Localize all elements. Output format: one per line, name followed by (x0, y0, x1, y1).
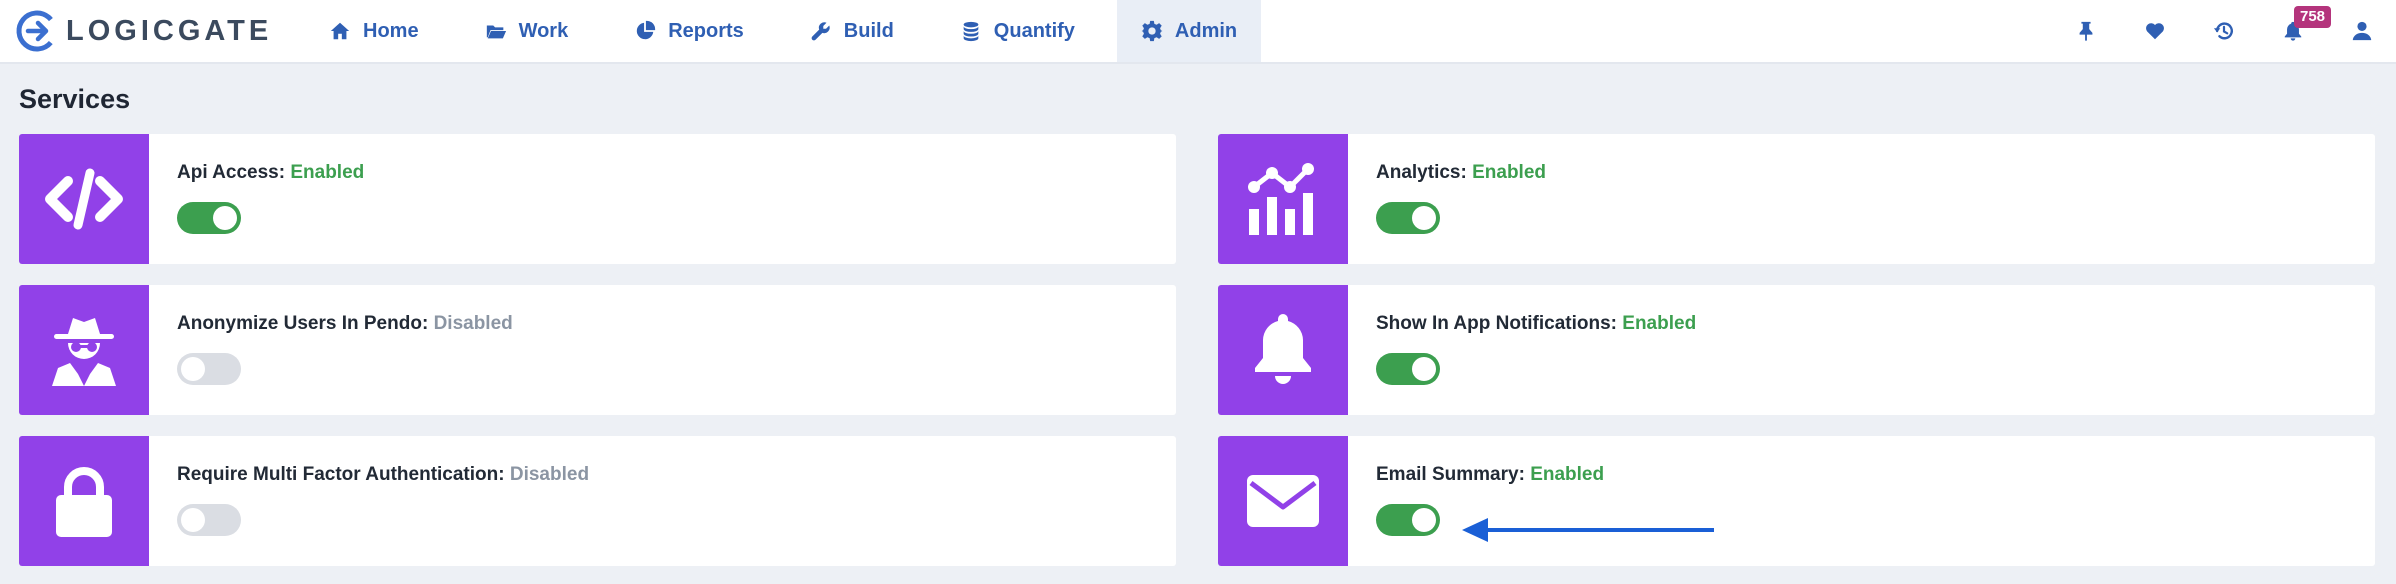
service-label: Api Access: Enabled (177, 162, 364, 184)
toggle-knob (213, 206, 237, 230)
service-tile (1218, 436, 1348, 566)
wrench-icon (811, 22, 830, 41)
envelope-icon (1247, 475, 1319, 527)
service-status: Enabled (1472, 162, 1546, 183)
service-tile (1218, 285, 1348, 415)
heart-icon (2145, 23, 2164, 40)
service-tile (19, 134, 149, 264)
service-label: Show In App Notifications: Enabled (1376, 313, 1696, 335)
coins-icon (963, 21, 979, 42)
in-app-notifications-toggle[interactable] (1376, 353, 1440, 385)
folder-open-icon (486, 25, 506, 39)
logicgate-logo-icon (16, 10, 58, 52)
service-tile (1218, 134, 1348, 264)
service-card-analytics: Analytics: Enabled (1218, 134, 2375, 264)
home-icon (330, 22, 350, 40)
toggle-knob (181, 508, 205, 532)
code-icon (45, 168, 123, 230)
nav-reports[interactable]: Reports (610, 0, 768, 62)
toggle-knob (1412, 206, 1436, 230)
service-tile (19, 436, 149, 566)
notification-count-badge: 758 (2294, 6, 2332, 28)
user-menu-button[interactable] (2327, 0, 2396, 62)
nav-quantify-label: Quantify (993, 19, 1075, 42)
nav-quantify[interactable]: Quantify (936, 0, 1099, 62)
nav-home-label: Home (363, 19, 419, 42)
mfa-toggle[interactable] (177, 504, 241, 536)
service-name: Email Summary: (1376, 464, 1525, 485)
nav-reports-label: Reports (668, 19, 744, 42)
toggle-knob (181, 357, 205, 381)
service-label: Anonymize Users In Pendo: Disabled (177, 313, 513, 335)
page-title: Services (19, 84, 131, 114)
service-card-api-access: Api Access: Enabled (19, 134, 1176, 264)
service-name: Api Access: (177, 162, 286, 183)
nav-admin-label: Admin (1174, 19, 1238, 42)
main-nav: Home Work Reports Build Quantify Admin (305, 0, 1262, 62)
service-name: Show In App Notifications: (1376, 313, 1617, 334)
email-summary-toggle[interactable] (1376, 504, 1440, 536)
brand-name: LOGICGATE (66, 14, 273, 47)
annotation-arrow-icon (1462, 518, 1714, 542)
logo[interactable]: LOGICGATE (14, 0, 272, 62)
service-card-email-summary: Email Summary: Enabled (1218, 436, 2375, 566)
favorites-button[interactable] (2120, 0, 2189, 62)
service-label: Email Summary: Enabled (1376, 464, 1604, 486)
service-name: Analytics: (1376, 162, 1467, 183)
service-name: Anonymize Users In Pendo: (177, 313, 429, 334)
bell-icon (1255, 314, 1311, 384)
service-status: Disabled (433, 313, 513, 334)
service-status: Enabled (1622, 313, 1697, 334)
service-label: Require Multi Factor Authentication: Dis… (177, 464, 589, 486)
service-status: Enabled (290, 162, 365, 183)
api-access-toggle[interactable] (177, 202, 241, 234)
service-card-anonymize-users: Anonymize Users In Pendo: Disabled (19, 285, 1176, 415)
top-navigation-bar: LOGICGATE Home Work Reports Build Quanti… (0, 0, 2396, 64)
history-icon (2213, 22, 2233, 40)
user-secret-icon (52, 318, 116, 386)
header-actions: 758 (2051, 0, 2396, 62)
service-label: Analytics: Enabled (1376, 162, 1546, 184)
notifications-button[interactable]: 758 (2258, 0, 2332, 62)
pie-chart-icon (637, 20, 656, 40)
service-tile (19, 285, 149, 415)
service-card-in-app-notifications: Show In App Notifications: Enabled (1218, 285, 2375, 415)
history-button[interactable] (2189, 0, 2258, 62)
analytics-icon (1248, 163, 1314, 235)
analytics-toggle[interactable] (1376, 202, 1440, 234)
nav-work[interactable]: Work (461, 0, 593, 62)
pin-icon (2079, 21, 2092, 42)
lock-icon (56, 467, 112, 537)
service-status: Disabled (509, 464, 590, 485)
service-card-mfa: Require Multi Factor Authentication: Dis… (19, 436, 1176, 566)
nav-build[interactable]: Build (786, 0, 918, 62)
pin-button[interactable] (2051, 0, 2120, 62)
nav-work-label: Work (518, 19, 569, 42)
toggle-knob (1412, 508, 1436, 532)
user-icon (2352, 21, 2371, 41)
nav-admin[interactable]: Admin (1116, 0, 1262, 62)
gear-icon (1141, 20, 1163, 42)
toggle-knob (1412, 357, 1436, 381)
nav-build-label: Build (843, 19, 894, 42)
service-status: Enabled (1530, 464, 1605, 485)
service-name: Require Multi Factor Authentication: (177, 464, 505, 485)
nav-home[interactable]: Home (305, 0, 443, 62)
anonymize-users-toggle[interactable] (177, 353, 241, 385)
